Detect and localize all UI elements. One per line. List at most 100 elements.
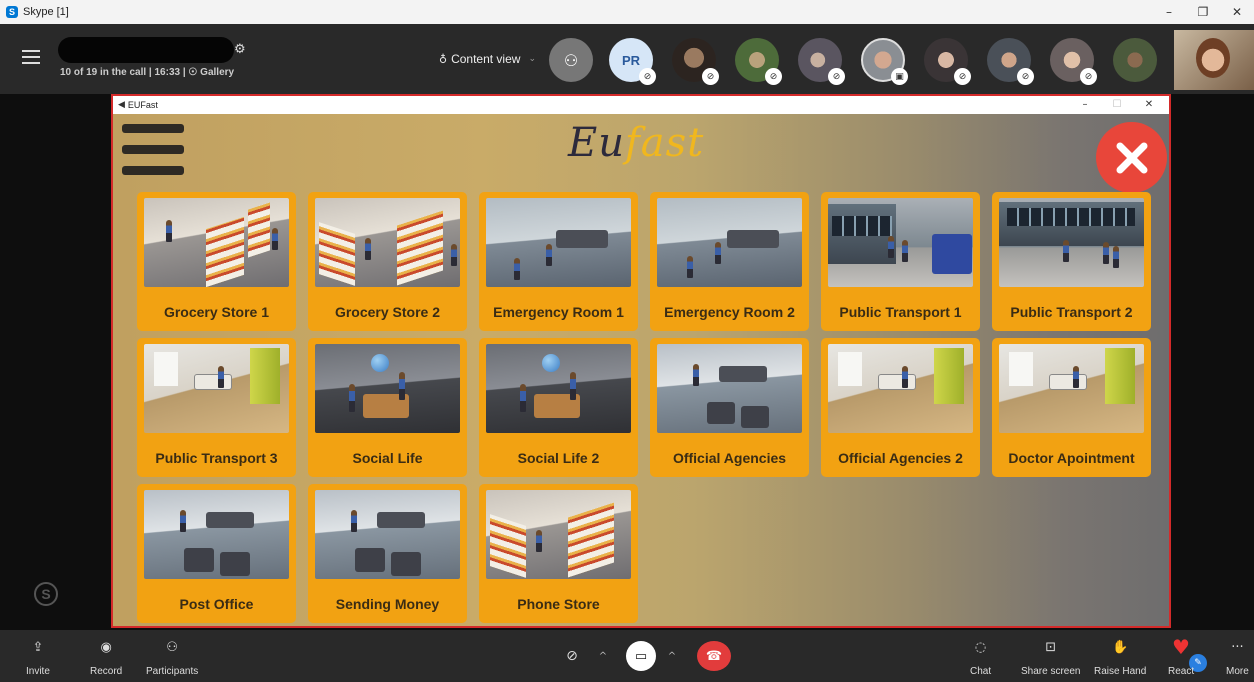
call-controls-bar: ⇪ Invite ◉ Record ⚇ Participants ⊘ ^ ▭ ^… xyxy=(0,630,1254,682)
mic-muted-icon: ⊘ xyxy=(702,68,719,85)
skype-watermark-icon: S xyxy=(34,582,58,606)
scenario-label: Post Office xyxy=(179,596,254,612)
scenario-thumbnail xyxy=(657,344,802,433)
more-button[interactable]: ··· More xyxy=(1226,640,1249,677)
participants-button[interactable]: ⚇ Participants xyxy=(146,640,198,677)
share-screen-icon: ⊡ xyxy=(1045,640,1057,655)
app-maximize-icon[interactable]: ☐ xyxy=(1101,96,1133,114)
app-window-title: EUFast xyxy=(127,100,158,110)
participant-avatar[interactable]: ⊘ xyxy=(1050,38,1097,85)
scenario-label: Public Transport 1 xyxy=(839,304,962,320)
app-content: Eufast Grocery Store 1 Grocery Store 2 E… xyxy=(113,114,1169,626)
scenario-label: Social Life xyxy=(352,450,423,466)
scenario-thumbnail xyxy=(144,344,289,433)
more-label: More xyxy=(1226,666,1249,677)
window-controls: – ❐ ✕ xyxy=(1152,0,1254,24)
video-camera-icon: ▭ xyxy=(634,648,648,664)
minimize-icon[interactable]: – xyxy=(1152,0,1186,24)
self-video-preview[interactable] xyxy=(1174,30,1254,90)
chat-label: Chat xyxy=(970,666,992,677)
participant-avatar[interactable]: ⊘ xyxy=(735,38,782,85)
share-screen-button[interactable]: ⊡ Share screen xyxy=(1021,640,1080,677)
scenario-thumbnail xyxy=(657,198,802,287)
chevron-down-icon: ⌄ xyxy=(528,54,536,64)
video-button[interactable]: ▭ xyxy=(626,641,656,671)
scenario-tile-social-life-2[interactable]: Social Life 2 xyxy=(479,338,638,477)
scenario-tile-public-transport-1[interactable]: Public Transport 1 xyxy=(821,192,980,331)
settings-icon[interactable]: ⚙ xyxy=(234,42,246,57)
react-label: React xyxy=(1168,666,1195,677)
scenario-tile-phone-store[interactable]: Phone Store xyxy=(479,484,638,623)
participant-avatar[interactable]: PR ⊘ xyxy=(609,38,656,85)
scenario-tile-grocery-store-2[interactable]: Grocery Store 2 xyxy=(308,192,467,331)
scenario-tile-official-agencies-2[interactable]: Official Agencies 2 xyxy=(821,338,980,477)
menu-icon[interactable] xyxy=(22,50,40,64)
participant-avatar[interactable]: ⊘ xyxy=(987,38,1034,85)
app-window-controls: – ☐ ✕ xyxy=(1069,96,1165,114)
scenario-label: Emergency Room 1 xyxy=(493,304,624,320)
content-view-icon: ♁ xyxy=(439,52,448,66)
scenario-tile-official-agencies[interactable]: Official Agencies xyxy=(650,338,809,477)
scenario-thumbnail xyxy=(828,344,973,433)
hand-icon: ✋ xyxy=(1112,640,1129,655)
audio-options-button[interactable]: ^ xyxy=(595,641,611,671)
scenario-thumbnail xyxy=(486,344,631,433)
participant-avatar[interactable]: ⊘ xyxy=(924,38,971,85)
scenario-tile-emergency-room-1[interactable]: Emergency Room 1 xyxy=(479,192,638,331)
share-screen-label: Share screen xyxy=(1021,666,1081,677)
raise-hand-button[interactable]: ✋ Raise Hand xyxy=(1094,640,1146,677)
invite-button[interactable]: ⇪ Invite xyxy=(26,640,50,677)
scenario-tile-public-transport-2[interactable]: Public Transport 2 xyxy=(992,192,1151,331)
participants-label: Participants xyxy=(146,666,199,677)
scenario-thumbnail xyxy=(315,198,460,287)
content-view-button[interactable]: ♁ Content view ⌄ xyxy=(439,52,536,66)
app-logo-icon: ◀ xyxy=(118,100,125,110)
app-minimize-icon[interactable]: – xyxy=(1069,96,1101,114)
logo-text-eu: Eu xyxy=(568,120,625,166)
call-header: ⚙ 10 of 19 in the call | 16:33 | ☉ Galle… xyxy=(0,24,1254,94)
close-window-icon[interactable]: ✕ xyxy=(1220,0,1254,24)
restore-icon[interactable]: ❐ xyxy=(1186,0,1220,24)
invite-label: Invite xyxy=(26,666,50,677)
scenario-tile-public-transport-3[interactable]: Public Transport 3 xyxy=(137,338,296,477)
mic-muted-icon: ⊘ xyxy=(1080,68,1097,85)
scenario-tile-social-life[interactable]: Social Life xyxy=(308,338,467,477)
hang-up-button[interactable]: ☎ xyxy=(697,641,731,671)
mic-muted-icon: ⊘ xyxy=(765,68,782,85)
scenario-tile-sending-money[interactable]: Sending Money xyxy=(308,484,467,623)
participant-avatar[interactable] xyxy=(1113,38,1157,82)
redacted-call-name xyxy=(58,37,234,63)
scenario-label: Sending Money xyxy=(335,596,440,612)
mute-button[interactable]: ⊘ xyxy=(557,641,587,671)
scenario-thumbnail xyxy=(999,344,1144,433)
scenario-thumbnail xyxy=(486,490,631,579)
participant-avatar[interactable]: ⊘ xyxy=(798,38,845,85)
skype-logo-icon: S xyxy=(6,6,18,18)
scenario-label: Phone Store xyxy=(517,596,600,612)
add-participant-button[interactable]: ⚇ xyxy=(549,38,593,82)
app-close-icon[interactable]: ✕ xyxy=(1133,96,1165,114)
record-button[interactable]: ◉ Record xyxy=(90,640,122,677)
chat-button[interactable]: ◌ Chat xyxy=(970,640,991,677)
skype-titlebar: S Skype [1] – ❐ ✕ xyxy=(0,0,1254,24)
participant-avatar[interactable]: ▣ xyxy=(861,38,908,85)
scenario-tile-emergency-room-2[interactable]: Emergency Room 2 xyxy=(650,192,809,331)
chevron-up-icon: ^ xyxy=(667,650,677,662)
close-app-button[interactable] xyxy=(1096,122,1167,193)
react-button[interactable]: React xyxy=(1168,640,1194,677)
scenario-label: Grocery Store 2 xyxy=(334,304,441,320)
mic-off-icon: ⊘ xyxy=(566,648,578,664)
shared-app-window[interactable]: ◀ EUFast – ☐ ✕ Eufast Grocery Store 1 Gr… xyxy=(111,94,1171,628)
scenario-label: Social Life 2 xyxy=(517,450,600,466)
scenario-label: Public Transport 2 xyxy=(1010,304,1133,320)
scenario-thumbnail xyxy=(315,344,460,433)
app-menu-icon[interactable] xyxy=(122,124,184,178)
scenario-tile-doctor-apointment[interactable]: Doctor Apointment xyxy=(992,338,1151,477)
share-icon: ⇪ xyxy=(32,640,44,655)
video-options-button[interactable]: ^ xyxy=(664,641,680,671)
content-view-label: Content view xyxy=(451,52,521,66)
participant-avatar[interactable]: ⊘ xyxy=(672,38,719,85)
scenario-tile-post-office[interactable]: Post Office xyxy=(137,484,296,623)
scenario-tile-grocery-store-1[interactable]: Grocery Store 1 xyxy=(137,192,296,331)
scenario-thumbnail xyxy=(999,198,1144,287)
